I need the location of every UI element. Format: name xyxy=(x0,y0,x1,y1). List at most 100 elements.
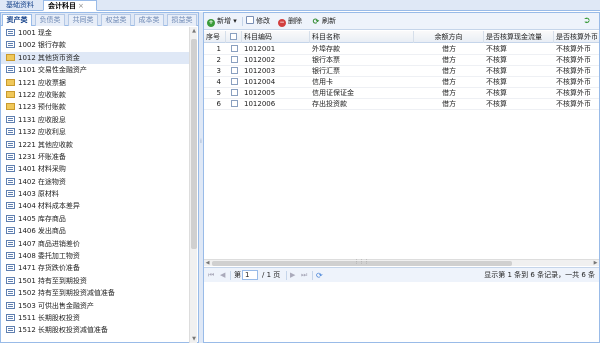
splitter-grip-icon[interactable]: ⁞ xyxy=(200,138,202,145)
ledger-icon xyxy=(6,115,15,123)
row-checkbox[interactable] xyxy=(226,77,242,88)
subject-grid-panel: + 新增 ▾ 修改 − 删除 ⟳ 刷新 ➲ 序号 科目编码 科目名称 余额方向 是否核… xyxy=(203,12,600,343)
cell-name: 外埠存款 xyxy=(312,45,340,53)
tree-item[interactable]: 1123 预付账款 xyxy=(1,101,189,113)
ledger-icon xyxy=(6,140,15,148)
ledger-icon xyxy=(6,252,15,260)
tree-item[interactable]: 1122 应收账款 xyxy=(1,89,189,101)
cell-name: 信用卡 xyxy=(312,78,333,86)
tab-assets[interactable]: 资产类 xyxy=(2,14,32,26)
tab-equity[interactable]: 权益类 xyxy=(101,14,131,26)
tree-item-code: 1121 xyxy=(18,78,36,87)
tab-label: 基础资料 xyxy=(6,1,34,9)
table-row[interactable]: 3 1012003 银行汇票 借方 不核算 不核算外币 xyxy=(204,66,599,77)
tree-item-code: 1406 xyxy=(18,227,36,236)
tree-item[interactable]: 1404 材料成本差异 xyxy=(1,200,189,212)
tree-item-name: 持有至到期投资减值准备 xyxy=(37,289,115,298)
tree-item[interactable]: 1001 现金 xyxy=(1,27,189,39)
scroll-down-icon[interactable]: ▼ xyxy=(190,335,198,343)
edit-button[interactable]: 修改 xyxy=(246,16,270,27)
tree-item[interactable]: 1512 长期股权投资减值准备 xyxy=(1,324,189,336)
tree-item[interactable]: 1401 材料采购 xyxy=(1,163,189,175)
tree-item[interactable]: 1101 交易性金融资产 xyxy=(1,64,189,76)
table-row[interactable]: 1 1012001 外埠存款 借方 不核算 不核算外币 xyxy=(204,44,599,55)
tree-item[interactable]: 1405 库存商品 xyxy=(1,213,189,225)
refresh-button[interactable]: ⟳ 刷新 xyxy=(312,16,336,27)
scroll-left-icon[interactable]: ◀ xyxy=(204,260,211,267)
delete-button[interactable]: − 删除 xyxy=(278,16,302,27)
scroll-right-icon[interactable]: ▶ xyxy=(592,260,599,267)
tree-item[interactable]: 1132 应收利息 xyxy=(1,126,189,138)
cell-cash-flow: 不核算 xyxy=(486,67,507,75)
tree-item[interactable]: 1406 发出商品 xyxy=(1,225,189,237)
tree-scrollbar[interactable]: ▲ ▼ xyxy=(189,27,197,343)
page-number-input[interactable]: 1 xyxy=(242,270,258,280)
tree-item[interactable]: 1471 存货跌价准备 xyxy=(1,262,189,274)
tab-profit-loss[interactable]: 损益类 xyxy=(167,14,197,26)
tree-item[interactable]: 1131 应收股息 xyxy=(1,114,189,126)
tree-item-name: 预付账款 xyxy=(37,103,66,112)
tree-item[interactable]: 1501 持有至到期投资 xyxy=(1,275,189,287)
grid-header: 序号 科目编码 科目名称 余额方向 是否核算现金流量 是否核算外币 xyxy=(204,31,599,43)
table-row[interactable]: 2 1012002 银行本票 借方 不核算 不核算外币 xyxy=(204,55,599,66)
first-page-icon[interactable]: ⏮ xyxy=(208,271,214,280)
tab-common[interactable]: 共同类 xyxy=(68,14,98,26)
pager-refresh-icon[interactable]: ⟳ xyxy=(316,271,323,280)
tree-item[interactable]: 1502 持有至到期投资减值准备 xyxy=(1,287,189,299)
tab-basic-data[interactable]: 基础资料 xyxy=(2,0,42,11)
table-row[interactable]: 5 1012005 信用证保证金 借方 不核算 不核算外币 xyxy=(204,88,599,99)
last-page-icon[interactable]: ⏭ xyxy=(301,271,307,280)
tab-cost[interactable]: 成本类 xyxy=(134,14,164,26)
row-checkbox[interactable] xyxy=(226,99,242,110)
tree-item[interactable]: 1408 委托加工物资 xyxy=(1,250,189,262)
row-checkbox[interactable] xyxy=(226,88,242,99)
row-checkbox[interactable] xyxy=(226,66,242,77)
col-header-direction[interactable]: 余额方向 xyxy=(414,31,484,43)
table-row[interactable]: 6 1012006 存出投资款 借方 不核算 不核算外币 xyxy=(204,99,599,110)
row-checkbox[interactable] xyxy=(226,55,242,66)
tree-item[interactable]: 1403 原材料 xyxy=(1,188,189,200)
tree-item[interactable]: 1511 长期股权投资 xyxy=(1,312,189,324)
next-page-icon[interactable]: ▶ xyxy=(290,271,295,280)
prev-page-icon[interactable]: ◀ xyxy=(220,271,225,280)
col-header-code[interactable]: 科目编码 xyxy=(242,31,310,43)
grid-horizontal-scrollbar[interactable]: ◀ ⋮⋮⋮ ▶ xyxy=(204,259,599,266)
cell-foreign: 不核算外币 xyxy=(556,100,591,108)
tab-liabilities[interactable]: 负债类 xyxy=(35,14,65,26)
tree-item[interactable]: 1121 应收票据 xyxy=(1,77,189,89)
tree-item-name: 委托加工物资 xyxy=(37,252,80,261)
tree-item-name: 材料成本差异 xyxy=(37,202,80,211)
grid-toolbar: + 新增 ▾ 修改 − 删除 ⟳ 刷新 ➲ xyxy=(204,13,599,30)
tab-accounting-subjects[interactable]: 会计科目 × xyxy=(43,0,97,11)
col-header-cash-flow[interactable]: 是否核算现金流量 xyxy=(484,31,554,43)
folder-icon xyxy=(6,90,15,98)
tree-item[interactable]: 1002 银行存款 xyxy=(1,39,189,51)
scrollbar-thumb[interactable] xyxy=(191,39,197,249)
cell-foreign: 不核算外币 xyxy=(556,89,591,97)
tree-item[interactable]: 1407 商品进销差价 xyxy=(1,238,189,250)
checkbox-icon xyxy=(230,89,238,96)
tree-item-code: 1403 xyxy=(18,190,36,199)
cell-cash-flow: 不核算 xyxy=(486,89,507,97)
scroll-up-icon[interactable]: ▲ xyxy=(190,27,198,35)
col-header-name[interactable]: 科目名称 xyxy=(310,31,414,43)
tree-item[interactable]: 1231 坏账准备 xyxy=(1,151,189,163)
folder-icon xyxy=(6,53,15,61)
tree-item[interactable]: 1012 其他货币资金 xyxy=(1,51,189,65)
col-header-index[interactable]: 序号 xyxy=(204,31,226,43)
add-button[interactable]: + 新增 ▾ xyxy=(207,16,237,27)
tree-item[interactable]: 1503 可供出售金融资产 xyxy=(1,300,189,312)
col-header-foreign[interactable]: 是否核算外币 xyxy=(554,31,600,43)
export-icon[interactable]: ➲ xyxy=(583,16,595,26)
table-row[interactable]: 4 1012004 信用卡 借方 不核算 不核算外币 xyxy=(204,77,599,88)
tree-item[interactable]: 1402 在途物资 xyxy=(1,176,189,188)
close-icon[interactable]: × xyxy=(78,2,84,10)
cell-direction: 借方 xyxy=(442,45,456,53)
select-all-checkbox[interactable] xyxy=(226,31,242,43)
delete-label: 删除 xyxy=(288,17,302,25)
tree-item[interactable]: 1221 其他应收款 xyxy=(1,139,189,151)
row-checkbox[interactable] xyxy=(226,44,242,55)
tree-item-code: 1123 xyxy=(18,103,36,112)
tree-item-code: 1001 xyxy=(18,29,36,37)
ledger-icon xyxy=(6,313,15,321)
